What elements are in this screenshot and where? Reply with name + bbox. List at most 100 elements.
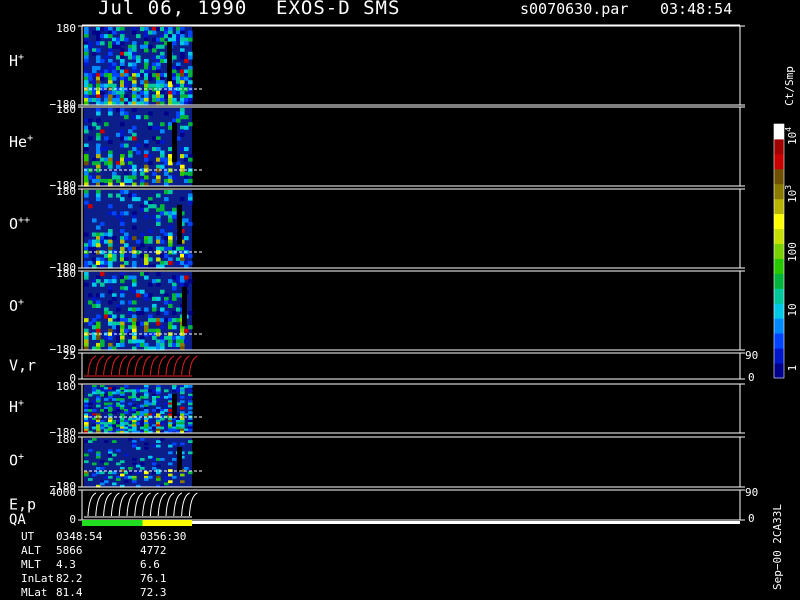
spectrogram-cell [160,150,165,155]
spectrogram-cell [120,94,125,99]
spectrogram-cell [160,204,165,209]
spectrogram-cell [104,424,109,428]
spectrogram-cell [132,80,137,85]
spectrogram-cell [160,395,165,399]
spectrogram-cell [180,83,185,88]
spectrogram-cell [84,453,89,457]
spectrogram-cell [108,289,113,294]
spectrogram-cell [164,190,169,195]
spectrogram-cell [92,73,97,78]
spectrogram-cell [148,44,153,49]
spectrogram-cell [180,94,185,99]
spectrogram-cell [156,175,161,180]
spectrogram-cell [120,236,125,241]
spectrogram-cell [164,161,169,166]
spectrogram-cell [84,30,89,35]
spectrogram-cell [156,147,161,152]
spectrogram-cell [132,73,137,78]
spectrogram-cell [128,97,133,102]
spectrogram-cell [84,175,89,180]
spectrogram-cell [176,37,181,42]
spectrogram-cell [100,393,105,397]
spectrogram-cell [164,236,169,241]
spectrogram-cell [164,157,169,162]
spectrogram-cell [176,246,181,251]
spectrogram-cell [88,44,93,49]
trace-line [188,492,198,517]
spectrogram-cell [160,122,165,127]
spectrogram-cell [96,30,101,35]
spectrogram-cell [160,438,165,441]
spectrogram-cell [92,391,97,395]
spectrogram-cell [188,193,193,198]
data-gap [177,204,182,245]
spectrogram-cell [164,83,169,88]
spectrogram-cell [128,55,133,60]
spectrogram-cell [124,471,129,475]
qa-label: QA [9,512,26,528]
spectrogram-cell [128,471,133,475]
spectrogram-cell [132,260,137,265]
panel-label-superscript: + [18,52,24,63]
spectrogram-cell [92,239,97,244]
spectrogram-cell [144,253,149,258]
spectrogram-cell [124,175,129,180]
spectrogram-cell [160,58,165,63]
colorbar-tick-superscript: 3 [784,185,793,190]
spectrogram-cell [164,111,169,116]
spectrogram-cell [84,55,89,60]
spectrogram-cell [84,48,89,53]
spectrogram-cell [116,478,121,481]
spectrogram-cell [116,164,121,169]
spectrogram-cell [120,275,125,280]
spectrogram-cell [108,193,113,198]
spectrogram-cell [108,34,113,39]
spectrogram-cell [168,279,173,284]
spectrogram-cell [88,243,93,248]
spectrogram-cell [180,108,185,113]
spectrogram-cell [96,175,101,180]
spectrogram-cell [132,218,137,223]
spectrogram-cell [148,76,153,81]
spectrogram-cell [84,335,89,340]
spectrogram-cell [96,342,101,347]
spectrogram-cell [156,257,161,262]
spectrogram-cell [160,139,165,144]
spectrogram-cell [156,440,161,443]
spectrogram-cell [184,282,189,287]
trace-line [110,355,120,376]
spectrogram-cell [84,97,89,102]
trace-line [157,355,167,376]
spectrogram-cell [168,321,173,326]
spectrogram-cell [108,27,113,32]
spectrogram-cell [148,66,153,71]
spectrogram-cell [124,178,129,183]
spectrogram-cell [132,480,137,484]
spectrogram-cell [108,328,113,333]
spectrogram-cell [92,157,97,162]
spectrogram-cell [140,311,145,316]
spectrogram-cell [100,272,105,277]
spectrogram-cell [112,44,117,49]
spectrogram-cell [104,475,109,479]
spectrogram-cell [100,339,105,344]
spectrogram-cell [148,257,153,262]
spectrogram-cell [108,90,113,95]
spectrogram-cell [172,55,177,60]
spectrogram-cell [144,214,149,219]
spectrogram-cell [132,318,137,323]
spectrogram-cell [140,458,145,461]
colorbar-tick-label: 100 [786,242,799,262]
spectrogram-cell [108,475,113,479]
spectrogram-cell [120,293,125,298]
spectrogram-cell [88,118,93,123]
spectrogram-cell [164,260,169,265]
spectrogram-cell [96,328,101,333]
spectrogram-cell [144,66,149,71]
spectrogram-cell [124,51,129,56]
spectrogram-cell [132,48,137,53]
spectrogram-cell [160,342,165,347]
spectrogram-cell [156,76,161,81]
colorbar-swatch [774,168,784,185]
spectrogram-cell [124,73,129,78]
